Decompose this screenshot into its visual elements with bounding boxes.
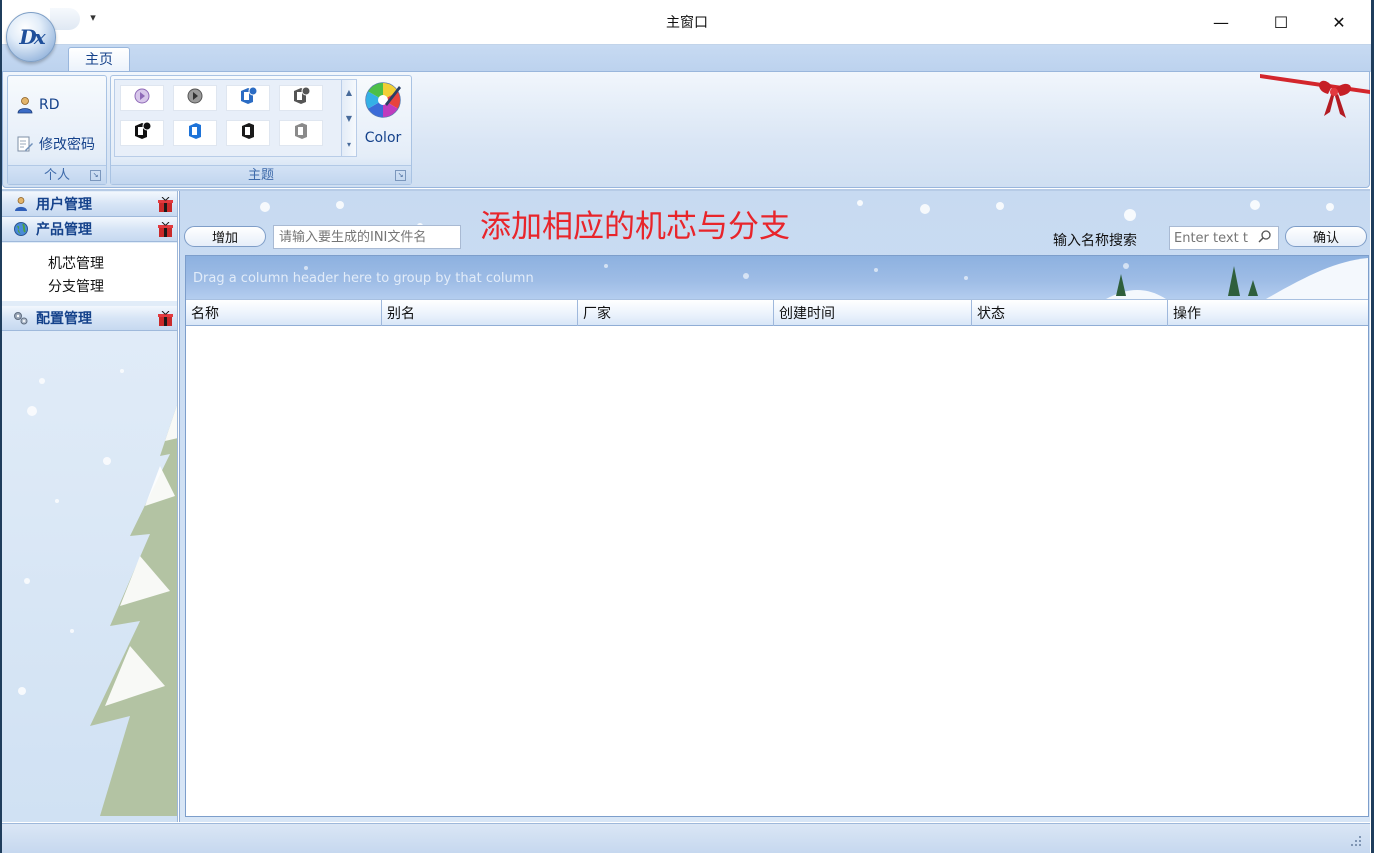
color-palette-icon — [363, 80, 403, 124]
nav-group-user-management[interactable]: 用户管理 — [2, 192, 177, 217]
gallery-scroll-up[interactable]: ▲ — [342, 80, 356, 106]
office-2016-color-icon — [238, 86, 258, 109]
search-box[interactable] — [1169, 226, 1279, 250]
ribbon-group-personal: RD 修改密码 个人 ↘ — [7, 75, 107, 185]
confirm-button[interactable]: 确认 — [1285, 226, 1367, 247]
grid-column-headers: 名称 别名 厂家 创建时间 状态 操作 — [186, 299, 1368, 326]
color-label: Color — [364, 130, 402, 146]
visual-studio-purple-icon — [133, 87, 151, 109]
close-button[interactable]: ✕ — [1316, 6, 1362, 38]
resize-grip-icon[interactable] — [1350, 835, 1362, 847]
gift-icon — [158, 222, 173, 237]
nav-group-label: 产品管理 — [36, 222, 92, 238]
ribbon-body: RD 修改密码 个人 ↘ ▲ ▼ ▾ Color 主题 ↘ — [2, 71, 1370, 188]
application-menu-button[interactable]: Dx — [6, 12, 56, 62]
group-label-theme: 主题 — [111, 165, 411, 184]
office-2016-black-icon — [132, 121, 152, 144]
office-2016-dark-icon — [291, 86, 311, 109]
theme-office2016-color[interactable] — [226, 85, 270, 111]
theme-office2019-color[interactable] — [173, 120, 217, 146]
status-bar — [2, 823, 1370, 853]
add-button[interactable]: 增加 — [184, 226, 266, 247]
user-icon — [12, 195, 30, 213]
theme-gallery — [114, 79, 342, 157]
ribbon-tab-strip: 主页 — [0, 44, 1374, 74]
user-icon — [16, 96, 34, 114]
minimize-button[interactable]: — — [1198, 6, 1244, 38]
ribbon-group-theme: ▲ ▼ ▾ Color 主题 ↘ — [110, 75, 412, 185]
column-header-vendor[interactable]: 厂家 — [578, 300, 774, 326]
grid-group-panel[interactable]: Drag a column header here to group by th… — [186, 256, 1368, 299]
nav-group-label: 配置管理 — [36, 311, 92, 327]
office-2019-gray-icon — [292, 122, 310, 144]
theme-office2019-black[interactable] — [226, 120, 270, 146]
snowy-tree-decoration — [90, 405, 177, 816]
column-header-created-time[interactable]: 创建时间 — [774, 300, 972, 326]
search-input[interactable] — [1170, 230, 1258, 246]
theme-office2016-dark[interactable] — [279, 85, 323, 111]
globe-icon — [12, 220, 30, 238]
office-2019-black-icon — [239, 122, 257, 144]
main-panel: 添加相应的机芯与分支 增加 输入名称搜索 确认 Drag a column he… — [179, 191, 1370, 822]
data-grid: Drag a column header here to group by th… — [185, 255, 1369, 817]
column-header-name[interactable]: 名称 — [186, 300, 382, 326]
nav-group-product-management[interactable]: 产品管理 — [2, 217, 177, 242]
annotation-text: 添加相应的机芯与分支 — [480, 209, 790, 245]
theme-dialog-launcher[interactable]: ↘ — [395, 170, 406, 181]
search-icon[interactable] — [1258, 229, 1272, 247]
christmas-ribbon-decoration — [1260, 74, 1370, 118]
color-button[interactable]: Color — [361, 80, 405, 156]
change-password-label: 修改密码 — [39, 137, 95, 153]
nav-item-branch-management[interactable]: 分支管理 — [48, 276, 104, 296]
gallery-scroll-down[interactable]: ▼ — [342, 106, 356, 132]
theme-office2016-black[interactable] — [120, 120, 164, 146]
theme-office2019-gray[interactable] — [279, 120, 323, 146]
product-management-items: 机芯管理 分支管理 — [2, 243, 177, 301]
user-label: RD — [39, 97, 60, 113]
gears-icon — [12, 309, 30, 327]
navigation-bar: 用户管理 产品管理 机芯管理 分支管理 配置管理 — [2, 191, 178, 822]
nav-item-movement-management[interactable]: 机芯管理 — [48, 253, 104, 273]
change-password-button[interactable]: 修改密码 — [16, 134, 95, 154]
nav-group-config-management[interactable]: 配置管理 — [2, 306, 177, 331]
window-title: 主窗口 — [666, 15, 708, 31]
user-button[interactable]: RD — [16, 96, 60, 114]
title-bar: ▾ 主窗口 — ☐ ✕ — [0, 0, 1374, 44]
app-logo: Dx — [19, 25, 45, 49]
column-header-actions[interactable]: 操作 — [1168, 300, 1368, 326]
column-header-alias[interactable]: 别名 — [382, 300, 578, 326]
column-header-status[interactable]: 状态 — [972, 300, 1168, 326]
office-2019-color-icon — [186, 122, 204, 144]
theme-vs-purple[interactable] — [120, 85, 164, 111]
gift-icon — [158, 311, 173, 326]
gallery-expand-icon[interactable]: ▾ — [342, 132, 356, 158]
group-by-hint: Drag a column header here to group by th… — [193, 271, 534, 286]
theme-vs-dark[interactable] — [173, 85, 217, 111]
personal-dialog-launcher[interactable]: ↘ — [90, 170, 101, 181]
theme-gallery-scrollbar[interactable]: ▲ ▼ ▾ — [341, 79, 357, 157]
nav-group-label: 用户管理 — [36, 197, 92, 213]
tab-home[interactable]: 主页 — [68, 47, 130, 74]
ini-filename-input[interactable] — [273, 225, 461, 249]
gift-icon — [158, 197, 173, 212]
search-label: 输入名称搜索 — [1053, 233, 1137, 249]
edit-document-icon — [16, 135, 34, 153]
maximize-button[interactable]: ☐ — [1258, 6, 1304, 38]
visual-studio-dark-icon — [186, 87, 204, 109]
